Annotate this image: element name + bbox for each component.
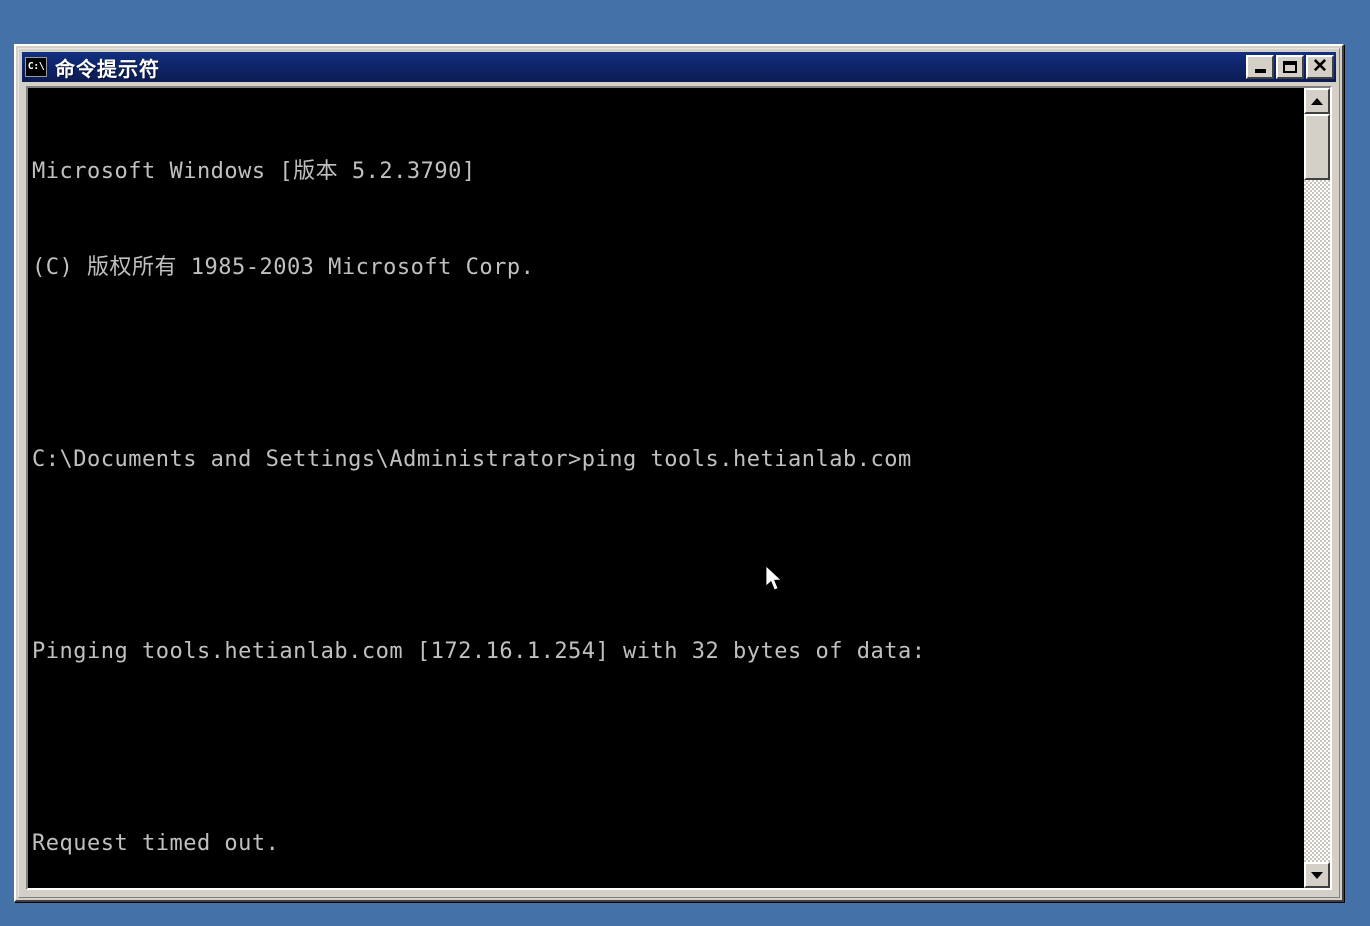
console-icon-label: C:\ — [27, 61, 45, 72]
console-line: Microsoft Windows [版本 5.2.3790] — [32, 159, 476, 184]
console-icon: C:\ — [25, 57, 47, 77]
window-inner-frame: C:\ 命令提示符 ✕ Microsoft Windows [版本 5.2.37… — [18, 48, 1340, 898]
scrollbar-thumb[interactable] — [1304, 114, 1330, 180]
chevron-down-icon — [1311, 871, 1323, 879]
scroll-up-button[interactable] — [1304, 88, 1330, 114]
console-line: Pinging tools.hetianlab.com [172.16.1.25… — [32, 639, 926, 664]
minimize-button[interactable] — [1246, 55, 1274, 79]
scrollbar-track[interactable] — [1304, 114, 1330, 862]
vertical-scrollbar[interactable] — [1303, 88, 1330, 888]
window-controls: ✕ — [1246, 55, 1334, 79]
command-prompt-window[interactable]: C:\ 命令提示符 ✕ Microsoft Windows [版本 5.2.37… — [14, 44, 1344, 902]
maximize-icon — [1278, 57, 1302, 77]
scroll-down-button[interactable] — [1304, 862, 1330, 888]
minimize-icon — [1248, 57, 1272, 77]
console-output[interactable]: Microsoft Windows [版本 5.2.3790] (C) 版权所有… — [28, 88, 1303, 888]
console-client-area[interactable]: Microsoft Windows [版本 5.2.3790] (C) 版权所有… — [26, 86, 1332, 890]
maximize-button[interactable] — [1276, 55, 1304, 79]
chevron-up-icon — [1311, 97, 1323, 105]
console-line: Request timed out. — [32, 831, 280, 856]
console-line: C:\Documents and Settings\Administrator>… — [32, 447, 912, 472]
window-title: 命令提示符 — [55, 56, 160, 81]
close-button[interactable]: ✕ — [1306, 55, 1334, 79]
title-bar[interactable]: C:\ 命令提示符 ✕ — [22, 52, 1336, 82]
close-icon: ✕ — [1312, 55, 1328, 77]
console-line: (C) 版权所有 1985-2003 Microsoft Corp. — [32, 255, 535, 280]
